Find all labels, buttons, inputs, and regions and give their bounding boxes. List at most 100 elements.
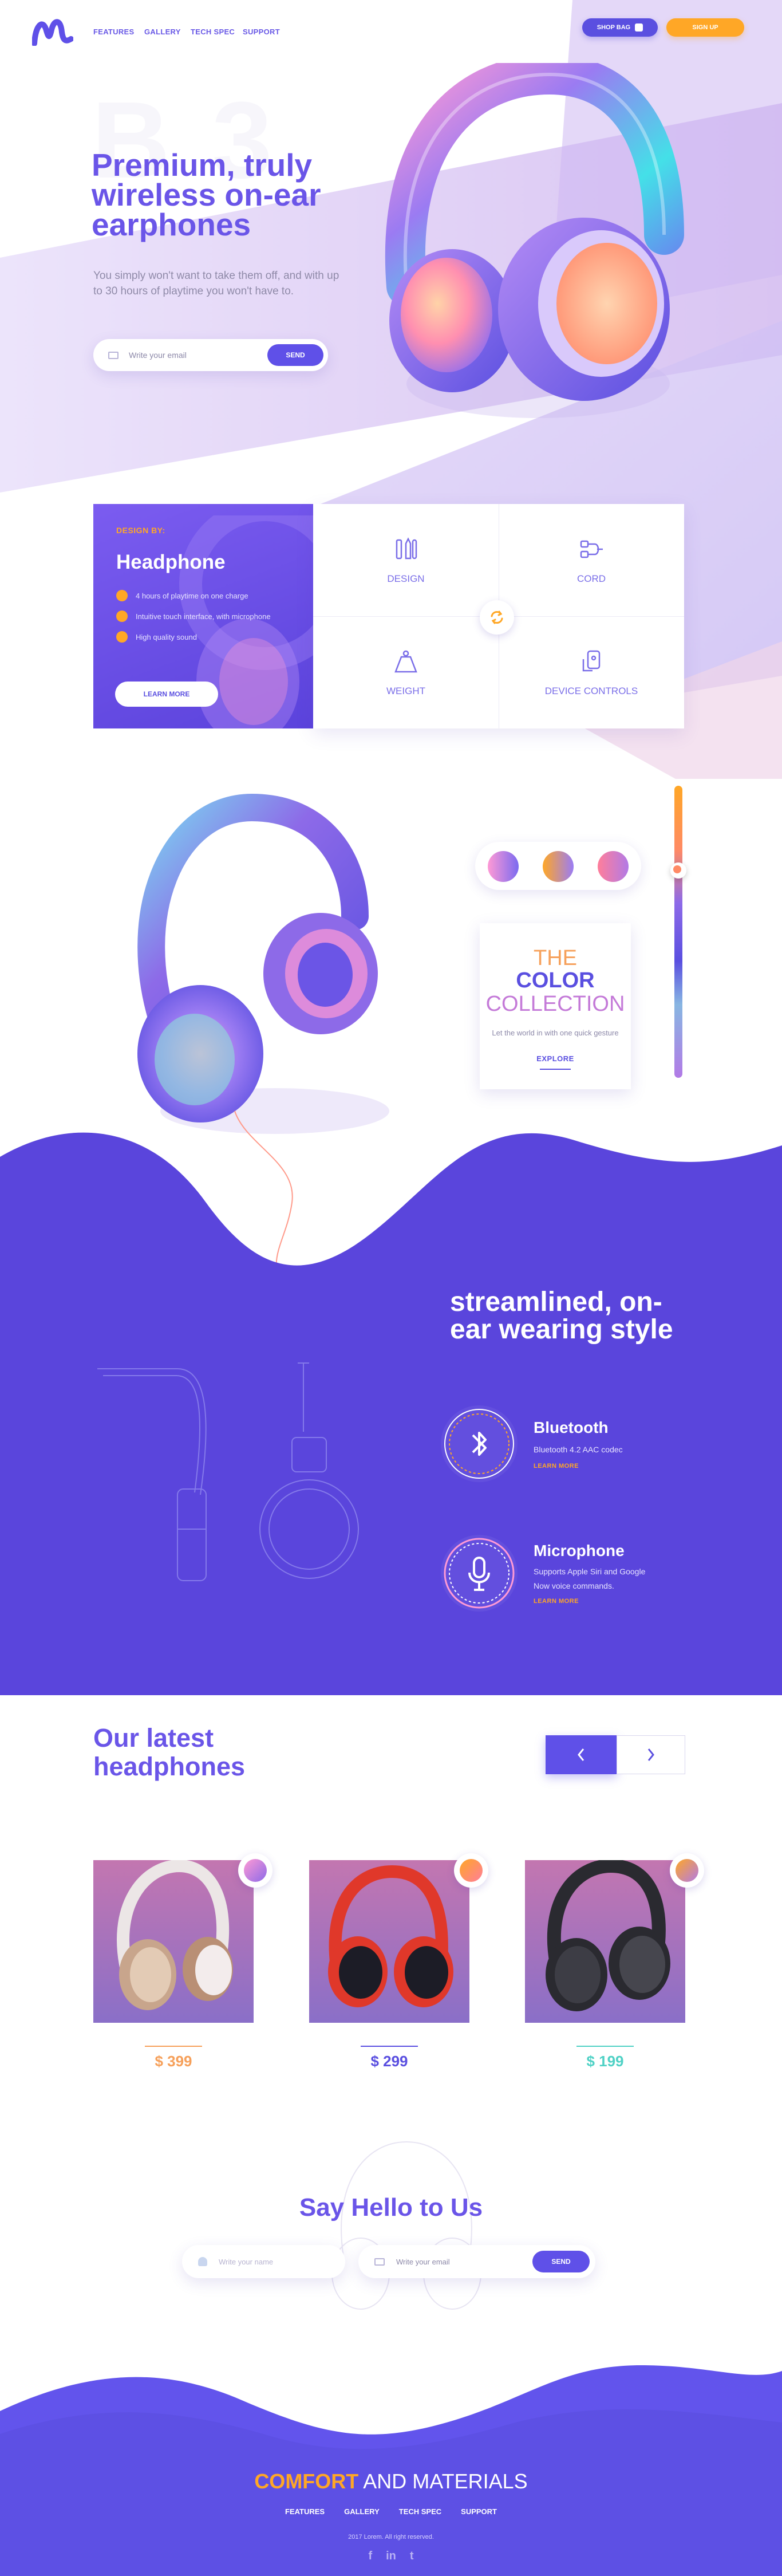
hero-headphone-image (385, 63, 684, 418)
microphone-icon (444, 1538, 515, 1609)
footer-heading: COMFORT AND MATERIALS (0, 2469, 782, 2494)
design-card: DESIGN BY: Headphone 4 hours of playtime… (93, 504, 313, 728)
chevron-left-icon (578, 1748, 584, 1761)
color-collection-card: THE COLOR COLLECTION Let the world in wi… (480, 923, 631, 1089)
twitter-icon[interactable]: t (410, 2550, 414, 2563)
contact-name-field[interactable]: Write your name (182, 2245, 345, 2278)
cord-icon (580, 540, 603, 558)
facebook-icon[interactable]: f (368, 2550, 372, 2563)
device-controls-icon (582, 650, 601, 672)
bullet-dot-icon (116, 631, 128, 643)
feature-device-controls-label: DEVICE CONTROLS (544, 686, 638, 696)
design-learn-more-button[interactable]: LEARN MORE (115, 682, 218, 707)
collection-line3: COLLECTION (485, 991, 625, 1016)
bluetooth-learn-more[interactable]: LEARN MORE (534, 1463, 623, 1470)
contact-email-input[interactable]: Write your email (396, 2258, 450, 2266)
footer-copyright: 2017 Lorem. All right reserved. (348, 2534, 434, 2540)
swap-toggle-button[interactable] (480, 600, 514, 635)
microphone-desc-2: Now voice commands. (534, 1581, 614, 1590)
envelope-icon (108, 351, 119, 359)
contact-email-field[interactable]: Write your email SEND (358, 2245, 595, 2278)
weight-icon (394, 650, 417, 673)
streamlined-title: streamlined, on-ear wearing style (450, 1287, 673, 1345)
user-icon (198, 2257, 207, 2266)
microphone-desc-1: Supports Apple Siri and Google (534, 1567, 646, 1576)
hero-email-input[interactable]: Write your email (129, 350, 187, 360)
collection-line1: THE (534, 946, 577, 970)
product-card-3[interactable] (525, 1858, 685, 2023)
shop-bag-label: SHOP BAG (597, 24, 631, 31)
footer-nav-support[interactable]: SUPPORT (461, 2507, 497, 2516)
carousel-next-button[interactable] (617, 1735, 685, 1774)
shop-bag-button[interactable]: SHOP BAG (582, 18, 658, 37)
shopping-bag-icon (635, 23, 643, 31)
social-links: f in t (0, 2550, 782, 2563)
feature-weight-label: WEIGHT (386, 686, 425, 696)
design-feature-item: 4 hours of playtime on one charge (116, 590, 248, 601)
color-slider-handle[interactable] (670, 862, 686, 879)
product-price-3: $ 199 (586, 2053, 624, 2070)
bluetooth-badge (441, 1405, 518, 1482)
envelope-icon (374, 2258, 385, 2266)
explore-link[interactable]: EXPLORE (480, 1054, 631, 1063)
linkedin-icon[interactable]: in (386, 2550, 396, 2563)
feature-cord-label: CORD (576, 573, 606, 584)
refresh-icon (491, 610, 503, 624)
design-feature-text: 4 hours of playtime on one charge (136, 591, 248, 600)
hero-email-form: Write your email SEND (93, 339, 328, 371)
sign-up-button[interactable]: SIGN UP (666, 18, 744, 37)
footer-nav-gallery[interactable]: GALLERY (344, 2507, 380, 2516)
latest-title: Our latest headphones (93, 1723, 246, 1781)
bluetooth-title: Bluetooth (534, 1418, 609, 1436)
design-by-label: DESIGN BY: (116, 526, 165, 535)
nav-features[interactable]: FEATURES (93, 27, 135, 36)
add-to-cart-button-3[interactable] (670, 1853, 704, 1888)
footer-nav: FEATURES GALLERY TECH SPEC SUPPORT (0, 2507, 782, 2516)
feature-design-label: DESIGN (387, 573, 425, 584)
feature-weight[interactable]: WEIGHT (313, 616, 499, 728)
design-feature-text: Intuitive touch interface, with micropho… (136, 612, 271, 621)
hero-send-button[interactable]: SEND (267, 344, 323, 366)
microphone-learn-more[interactable]: LEARN MORE (534, 1598, 645, 1605)
nav-support[interactable]: SUPPORT (243, 27, 280, 36)
product-price-1: $ 399 (155, 2053, 192, 2070)
contact-title: Say Hello to Us (299, 2193, 483, 2221)
product-card-2[interactable] (309, 1860, 469, 2023)
nav-gallery[interactable]: GALLERY (144, 27, 181, 36)
footer-nav-features[interactable]: FEATURES (285, 2507, 325, 2516)
nav-tech-spec[interactable]: TECH SPEC (191, 27, 235, 36)
collection-line2: COLOR (516, 968, 595, 992)
microphone-badge (441, 1535, 518, 1612)
product-card-1[interactable] (93, 1859, 254, 2023)
contact-name-input[interactable]: Write your name (219, 2258, 273, 2266)
add-to-cart-button-2[interactable] (454, 1853, 488, 1888)
footer-nav-tech-spec[interactable]: TECH SPEC (399, 2507, 441, 2516)
gold-headphone-image (117, 1859, 233, 2010)
contact-send-button[interactable]: SEND (532, 2251, 590, 2272)
color-slider-track[interactable] (674, 786, 682, 1078)
color-swatches (475, 842, 641, 890)
price-underline (361, 2046, 418, 2047)
feature-cord[interactable]: CORD (499, 504, 684, 616)
microphone-feature: Microphone Supports Apple Siri and Googl… (441, 1535, 645, 1612)
carousel-prev-button[interactable] (546, 1735, 617, 1774)
design-feature-item: Intuitive touch interface, with micropho… (116, 610, 271, 622)
add-to-cart-button-1[interactable] (238, 1853, 272, 1888)
microphone-title: Microphone (534, 1542, 625, 1559)
m-wave-logo-icon[interactable] (32, 17, 73, 46)
feature-design[interactable]: DESIGN (313, 504, 499, 616)
price-underline (576, 2046, 634, 2047)
swatch-rose-violet[interactable] (598, 851, 629, 882)
bluetooth-icon (444, 1409, 514, 1479)
bullet-dot-icon (116, 590, 128, 601)
black-headphone-image (546, 1858, 670, 2011)
swatch-orange-purple[interactable] (543, 851, 574, 882)
bullet-dot-icon (116, 610, 128, 622)
explore-underline (540, 1068, 571, 1070)
chevron-right-icon (647, 1748, 654, 1761)
swatch-pink-purple[interactable] (488, 851, 519, 882)
feature-device-controls[interactable]: DEVICE CONTROLS (499, 616, 684, 728)
footer-wave-background (0, 2365, 782, 2576)
cart-icon (244, 1859, 267, 1882)
footer-comfort: COMFORT (254, 2469, 359, 2493)
